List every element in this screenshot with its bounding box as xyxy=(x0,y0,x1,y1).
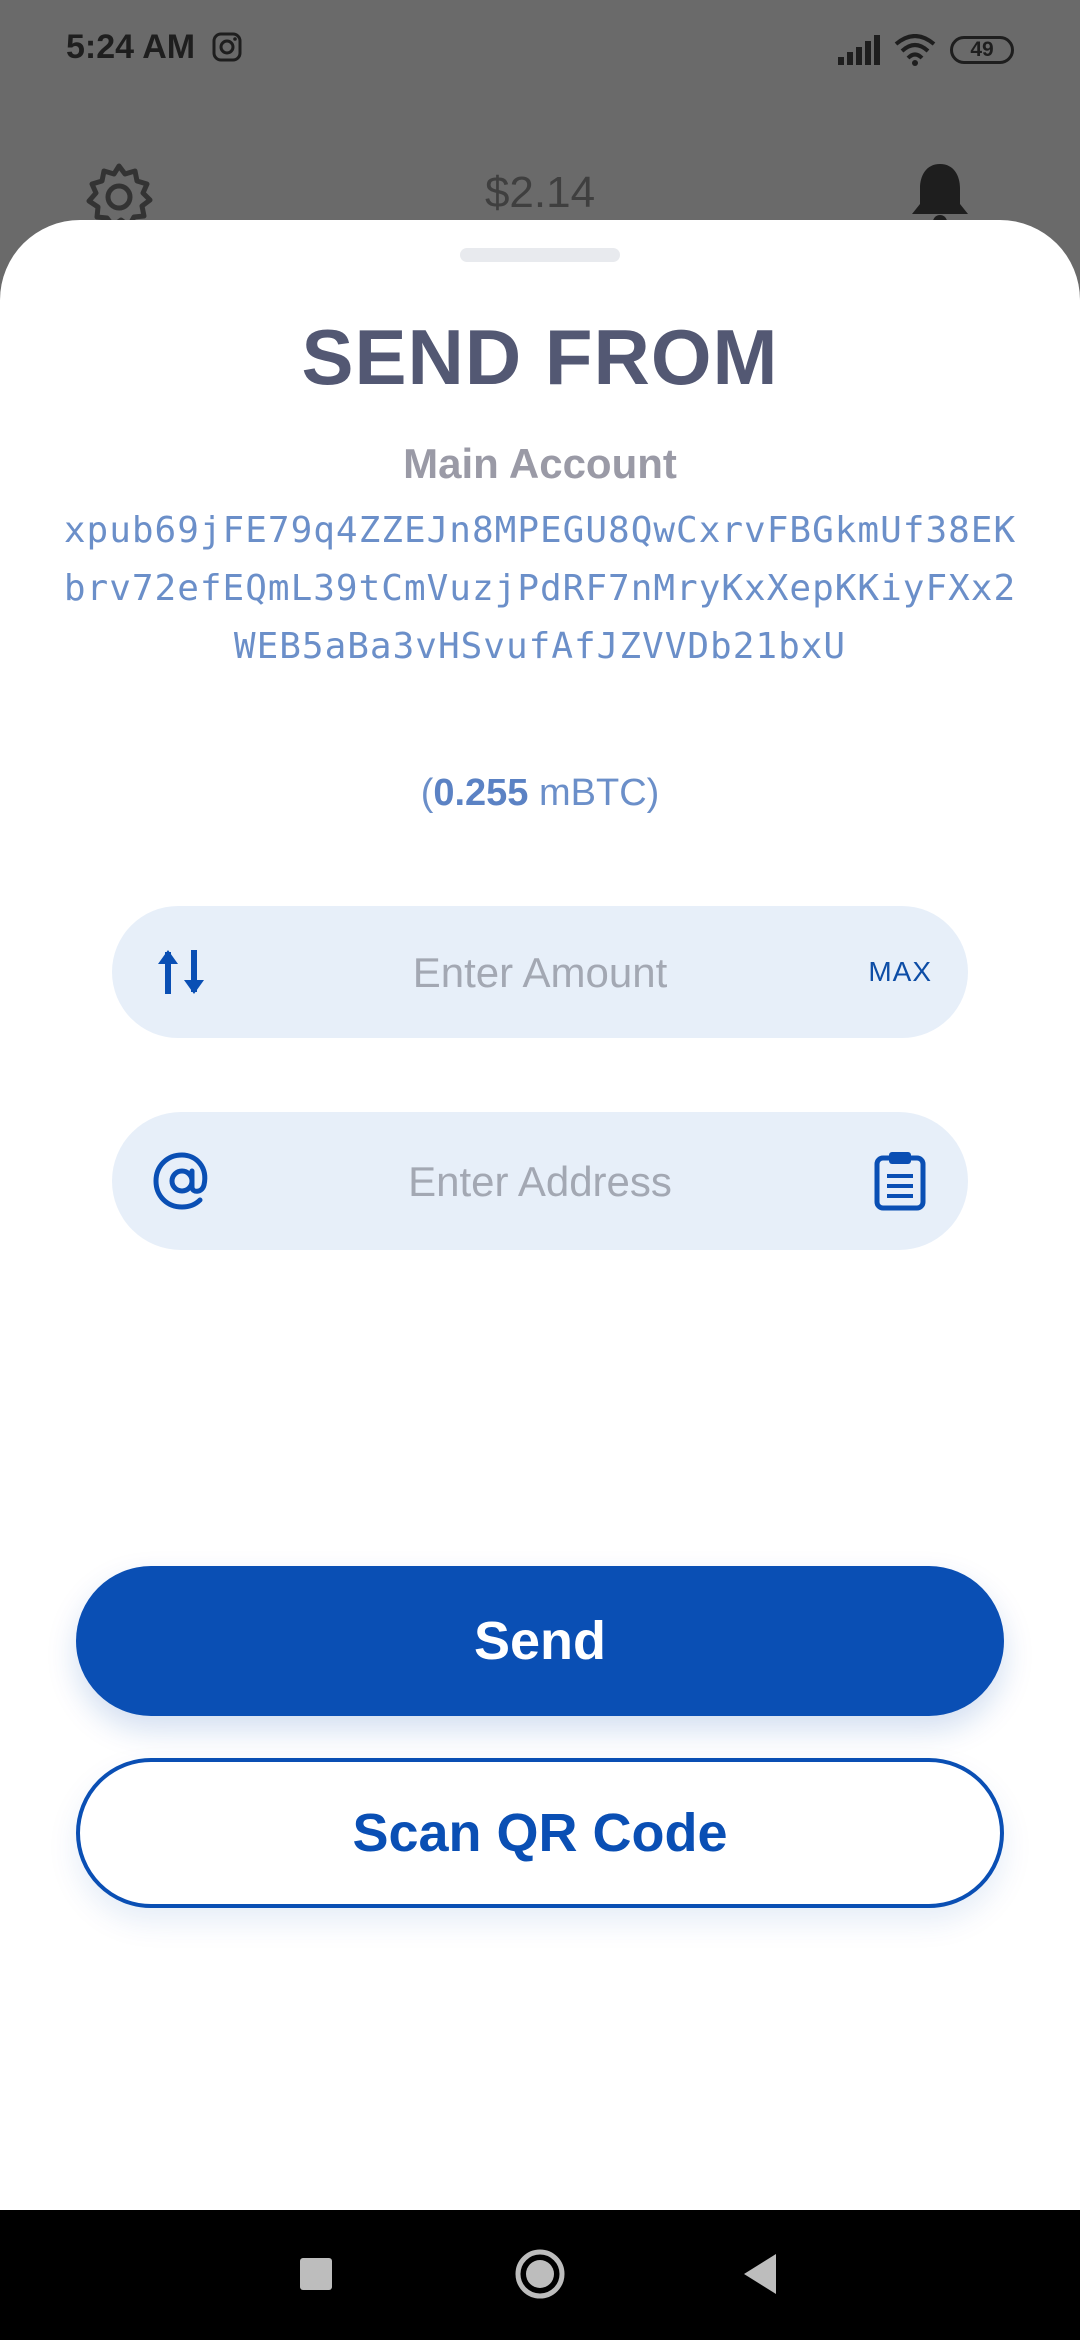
recent-apps-button[interactable] xyxy=(300,2258,332,2290)
battery-level: 49 xyxy=(970,38,994,61)
address-input[interactable] xyxy=(272,1112,808,1252)
account-xpub: xpub69jFE79q4ZZEJn8MPEGU8QwCxrvFBGkmUf38… xyxy=(63,510,1017,667)
signal-icon xyxy=(838,35,880,65)
home-button[interactable] xyxy=(514,2248,566,2300)
address-field xyxy=(112,1112,968,1252)
status-time: 5:24 AM xyxy=(66,28,196,66)
back-button[interactable] xyxy=(742,2252,778,2296)
at-sign-icon xyxy=(153,1152,208,1210)
battery-icon: 49 xyxy=(950,36,1014,64)
clipboard-icon[interactable] xyxy=(872,1150,928,1212)
account-balance: (0.255 mBTC) xyxy=(0,772,1080,815)
max-button[interactable]: MAX xyxy=(868,956,932,988)
balance-close-paren: ) xyxy=(646,772,660,814)
scan-qr-code-button[interactable]: Scan QR Code xyxy=(76,1758,1004,1908)
amount-input[interactable] xyxy=(272,906,808,1040)
balance-value: 0.255 xyxy=(433,772,529,814)
amount-field: MAX xyxy=(112,906,968,1040)
sheet-drag-handle[interactable] xyxy=(460,248,620,262)
swap-arrows-icon[interactable] xyxy=(150,940,214,1004)
send-sheet: SEND FROM Main Account xpub69jFE79q4ZZEJ… xyxy=(0,220,1080,2210)
instagram-icon xyxy=(212,32,242,62)
account-name: Main Account xyxy=(403,440,677,487)
status-right: 49 xyxy=(838,30,1014,70)
balance-open-paren: ( xyxy=(420,772,434,814)
sheet-title: SEND FROM xyxy=(301,313,779,401)
send-button[interactable]: Send xyxy=(76,1566,1004,1716)
status-bar: 5:24 AM 49 xyxy=(0,0,1080,100)
wifi-icon xyxy=(894,34,936,66)
balance-unit: mBTC xyxy=(539,772,647,814)
navigation-bar xyxy=(0,2210,1080,2340)
